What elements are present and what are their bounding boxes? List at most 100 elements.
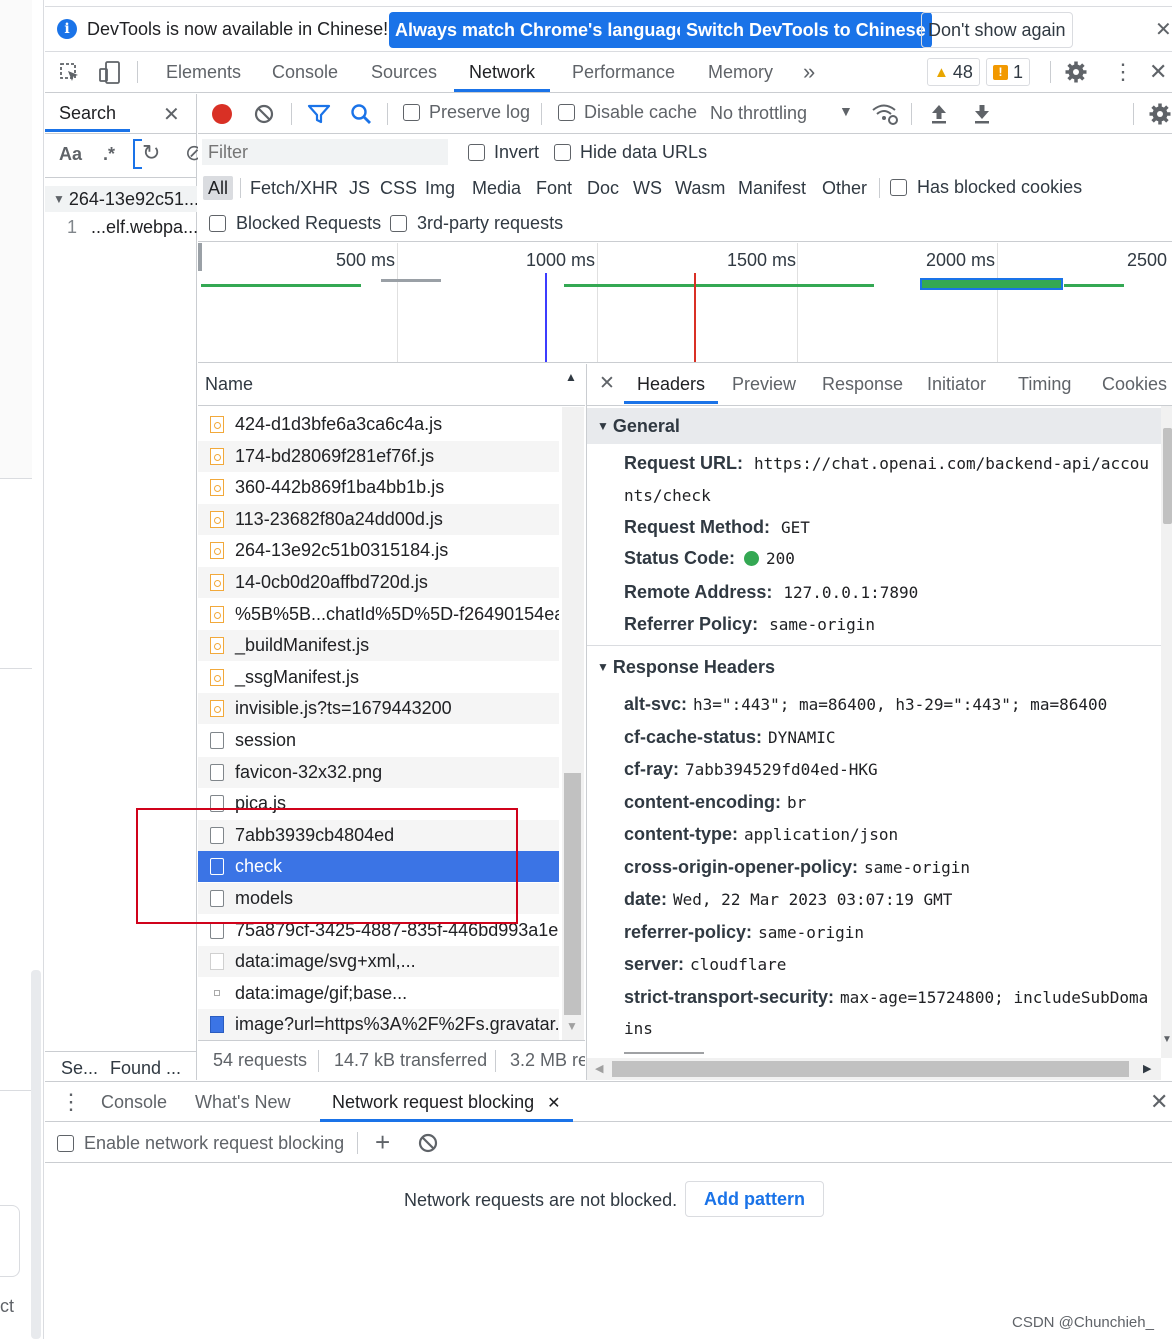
filter-type-all[interactable]: All <box>203 176 234 200</box>
request-row[interactable]: 14-0cb0d20affbd720d.js <box>198 567 559 598</box>
third-party-checkbox[interactable]: 3rd-party requests <box>390 213 563 234</box>
request-row[interactable]: favicon-32x32.png <box>198 756 559 788</box>
filter-type-img[interactable]: Img <box>425 176 455 200</box>
filter-type-doc[interactable]: Doc <box>587 176 619 200</box>
close-details-icon[interactable]: ✕ <box>599 372 615 395</box>
tab-elements[interactable]: Elements <box>166 52 241 92</box>
throttling-select[interactable]: No throttling <box>710 103 807 124</box>
details-tab-response[interactable]: Response <box>822 364 903 404</box>
issues-badge[interactable]: ! 1 <box>986 58 1031 86</box>
add-pattern-plus-icon[interactable]: + <box>375 1127 390 1157</box>
throttling-dropdown-icon[interactable]: ▼ <box>839 103 853 119</box>
has-blocked-cookies-checkbox[interactable]: Has blocked cookies <box>890 177 1082 198</box>
details-hscrollbar[interactable]: ◀ ▶ <box>587 1058 1161 1080</box>
request-row[interactable]: 360-442b869f1ba4bb1b.js <box>198 472 559 503</box>
filter-type-font[interactable]: Font <box>536 176 572 200</box>
regex-toggle[interactable]: .* <box>103 144 115 165</box>
tab-network[interactable]: Network <box>454 52 551 92</box>
customize-menu-icon[interactable]: ⋮ <box>1112 58 1134 86</box>
request-row[interactable]: data:image/gif;base... <box>198 978 559 1009</box>
filter-type-fetch-xhr[interactable]: Fetch/XHR <box>250 176 338 200</box>
tab-performance[interactable]: Performance <box>572 52 675 92</box>
request-row[interactable]: 174-bd28069f281ef76f.js <box>198 440 559 472</box>
details-scrollbar[interactable]: ▼ <box>1161 406 1172 1058</box>
filter-type-media[interactable]: Media <box>472 176 521 200</box>
search-icon[interactable] <box>349 102 373 126</box>
details-tab-headers[interactable]: Headers <box>624 364 719 404</box>
request-row[interactable]: pica.js <box>198 788 559 819</box>
filter-type-js[interactable]: JS <box>349 176 370 200</box>
request-row[interactable]: 7abb3939cb4804ed <box>198 819 559 851</box>
request-row[interactable]: _ssgManifest.js <box>198 662 559 693</box>
search-result-file[interactable]: ▼ 264-13e92c51... <box>45 186 197 212</box>
request-row[interactable]: 113-23682f80a24dd00d.js <box>198 503 559 535</box>
request-row[interactable]: 75a879cf-3425-4887-835f-446bd993a1e5 <box>198 915 559 946</box>
tab-console[interactable]: Console <box>272 52 338 92</box>
search-result-line[interactable]: 1 ...elf.webpa... <box>45 214 197 240</box>
inspect-element-icon[interactable] <box>59 62 81 84</box>
general-section-header[interactable]: ▼ General <box>587 408 1161 444</box>
drawer-tab-console[interactable]: Console <box>101 1082 167 1122</box>
close-tab-icon[interactable]: ✕ <box>547 1095 560 1112</box>
warnings-badge[interactable]: ▲ 48 <box>927 58 980 86</box>
record-button-icon[interactable] <box>212 104 232 124</box>
import-har-icon[interactable] <box>929 102 949 126</box>
column-name-header[interactable]: Name <box>205 374 253 395</box>
timeline-selection[interactable] <box>920 278 1063 290</box>
more-tabs-chevron-icon[interactable]: » <box>803 52 815 92</box>
scroll-down-arrow-icon[interactable]: ▼ <box>1162 1034 1172 1045</box>
close-devtools-icon[interactable]: ✕ <box>1149 59 1167 85</box>
disable-cache-checkbox[interactable]: Disable cache <box>558 102 697 123</box>
enable-blocking-checkbox[interactable]: Enable network request blocking <box>57 1133 344 1154</box>
request-row[interactable]: check <box>198 851 559 883</box>
request-row[interactable]: 264-13e92c51b0315184.js <box>198 535 559 566</box>
scroll-left-arrow-icon[interactable]: ◀ <box>595 1062 603 1075</box>
drawer-tab-network-request-blocking[interactable]: Network request blocking ✕ <box>320 1082 573 1122</box>
tab-sources[interactable]: Sources <box>371 52 437 92</box>
request-list-scrollbar[interactable]: ▼ <box>562 407 584 1040</box>
clear-log-icon[interactable] <box>253 103 275 125</box>
search-close-icon[interactable]: ✕ <box>163 102 180 127</box>
settings-gear-icon[interactable] <box>1064 60 1088 84</box>
filter-input[interactable] <box>202 139 448 165</box>
filter-type-manifest[interactable]: Manifest <box>738 176 806 200</box>
details-tab-initiator[interactable]: Initiator <box>927 364 986 404</box>
infobar-close-icon[interactable]: ✕ <box>1155 17 1172 42</box>
search-tab-title[interactable]: Search <box>45 94 131 132</box>
request-row[interactable]: %5B%5B...chatId%5D%5D-f26490154ead <box>198 599 559 630</box>
preserve-log-checkbox[interactable]: Preserve log <box>403 102 530 123</box>
export-har-icon[interactable] <box>972 102 992 126</box>
details-tab-cookies[interactable]: Cookies <box>1102 364 1167 404</box>
match-case-toggle[interactable]: Aa <box>59 144 82 165</box>
network-conditions-icon[interactable] <box>870 101 900 127</box>
add-pattern-button[interactable]: Add pattern <box>685 1181 824 1217</box>
request-row[interactable]: 424-d1d3bfe6a3ca6c4a.js <box>198 409 559 440</box>
overview-timeline[interactable]: 500 ms 1000 ms 1500 ms 2000 ms 2500 <box>198 243 1172 363</box>
tab-memory[interactable]: Memory <box>708 52 773 92</box>
filter-type-other[interactable]: Other <box>822 176 867 200</box>
blocked-requests-checkbox[interactable]: Blocked Requests <box>209 213 381 234</box>
dont-show-again-button[interactable]: Don't show again <box>921 12 1073 48</box>
details-tab-preview[interactable]: Preview <box>732 364 796 404</box>
request-row[interactable]: session <box>198 725 559 756</box>
close-drawer-icon[interactable]: ✕ <box>1150 1089 1168 1115</box>
drawer-tab-whats-new[interactable]: What's New <box>195 1082 290 1122</box>
filter-type-ws[interactable]: WS <box>633 176 662 200</box>
request-row[interactable]: _buildManifest.js <box>198 630 559 662</box>
search-input[interactable] <box>133 139 142 169</box>
request-row[interactable]: image?url=https%3A%2F%2Fs.gravatar.c <box>198 1009 559 1041</box>
always-match-language-button[interactable]: Always match Chrome's language <box>389 12 693 48</box>
switch-devtools-chinese-button[interactable]: Switch DevTools to Chinese <box>680 12 932 48</box>
request-row[interactable]: data:image/svg+xml,... <box>198 946 559 978</box>
network-settings-gear-icon[interactable] <box>1148 102 1172 126</box>
request-row[interactable]: invisible.js?ts=1679443200 <box>198 693 559 725</box>
request-row[interactable]: models <box>198 883 559 914</box>
device-toolbar-icon[interactable] <box>97 60 123 86</box>
filter-funnel-icon[interactable] <box>307 103 331 125</box>
hide-data-urls-checkbox[interactable]: Hide data URLs <box>554 142 707 163</box>
drawer-menu-icon[interactable]: ⋮ <box>60 1089 82 1115</box>
details-tab-timing[interactable]: Timing <box>1018 364 1071 404</box>
response-headers-section-header[interactable]: ▼ Response Headers <box>587 654 1161 680</box>
remove-all-patterns-icon[interactable] <box>417 1132 439 1154</box>
invert-checkbox[interactable]: Invert <box>468 142 539 163</box>
